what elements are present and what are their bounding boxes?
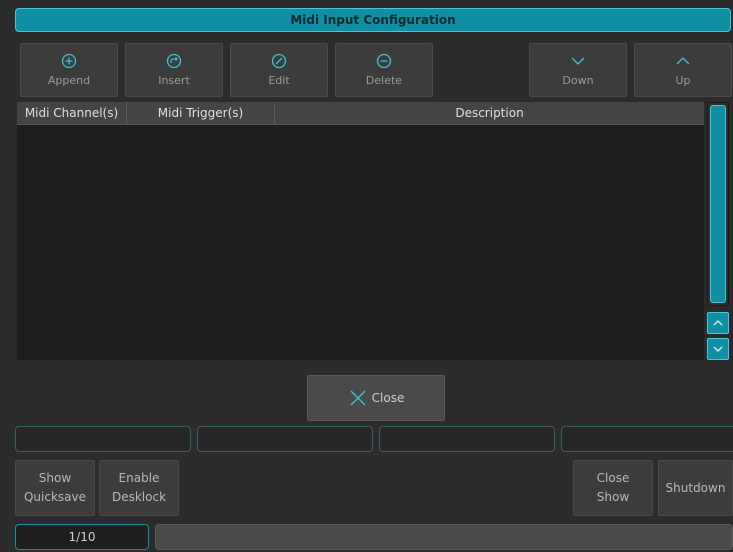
shutdown-button[interactable]: Shutdown: [658, 460, 733, 516]
close-label: Close: [371, 391, 405, 405]
chevron-down-icon: [713, 346, 723, 352]
minus-circle-icon: [376, 53, 392, 69]
status-bar: [155, 524, 733, 550]
down-button[interactable]: Down: [529, 43, 627, 97]
insert-label: Insert: [158, 74, 190, 87]
delete-button[interactable]: Delete: [335, 43, 433, 97]
show-quicksave-button[interactable]: Show Quicksave: [15, 460, 95, 516]
edit-button[interactable]: Edit: [230, 43, 328, 97]
column-header-midi-channels[interactable]: Midi Channel(s): [17, 102, 127, 124]
up-label: Up: [675, 74, 691, 87]
midi-input-table[interactable]: Midi Channel(s) Midi Trigger(s) Descript…: [17, 102, 704, 360]
insert-button[interactable]: Insert: [125, 43, 223, 97]
playback-slot-3[interactable]: [379, 426, 555, 452]
close-show-button[interactable]: Close Show: [573, 460, 653, 516]
scroll-down-button[interactable]: [707, 338, 729, 360]
vertical-scrollbar[interactable]: [707, 102, 729, 306]
up-button[interactable]: Up: [634, 43, 732, 97]
insert-arrow-icon: [166, 53, 182, 69]
column-header-description[interactable]: Description: [275, 102, 704, 124]
edit-label: Edit: [268, 74, 290, 87]
scrollbar-thumb[interactable]: [710, 105, 726, 303]
playback-slot-1[interactable]: [15, 426, 191, 452]
close-button[interactable]: Close: [307, 375, 445, 421]
pencil-circle-icon: [271, 53, 287, 69]
delete-label: Delete: [365, 74, 403, 87]
scroll-up-button[interactable]: [707, 312, 729, 334]
down-label: Down: [562, 74, 594, 87]
plus-circle-icon: [61, 53, 77, 69]
append-label: Append: [47, 74, 91, 87]
enable-desklock-button[interactable]: Enable Desklock: [99, 460, 179, 516]
chevron-up-icon: [676, 57, 690, 65]
playback-slot-4[interactable]: [561, 426, 733, 452]
append-button[interactable]: Append: [20, 43, 118, 97]
playback-slot-2[interactable]: [197, 426, 373, 452]
chevron-up-icon: [713, 320, 723, 326]
column-header-midi-triggers[interactable]: Midi Trigger(s): [127, 102, 275, 124]
page-indicator[interactable]: 1/10: [15, 524, 149, 550]
table-header: Midi Channel(s) Midi Trigger(s) Descript…: [17, 102, 704, 125]
chevron-down-icon: [571, 57, 585, 65]
close-icon: [350, 390, 366, 406]
window-title: Midi Input Configuration: [15, 8, 731, 32]
